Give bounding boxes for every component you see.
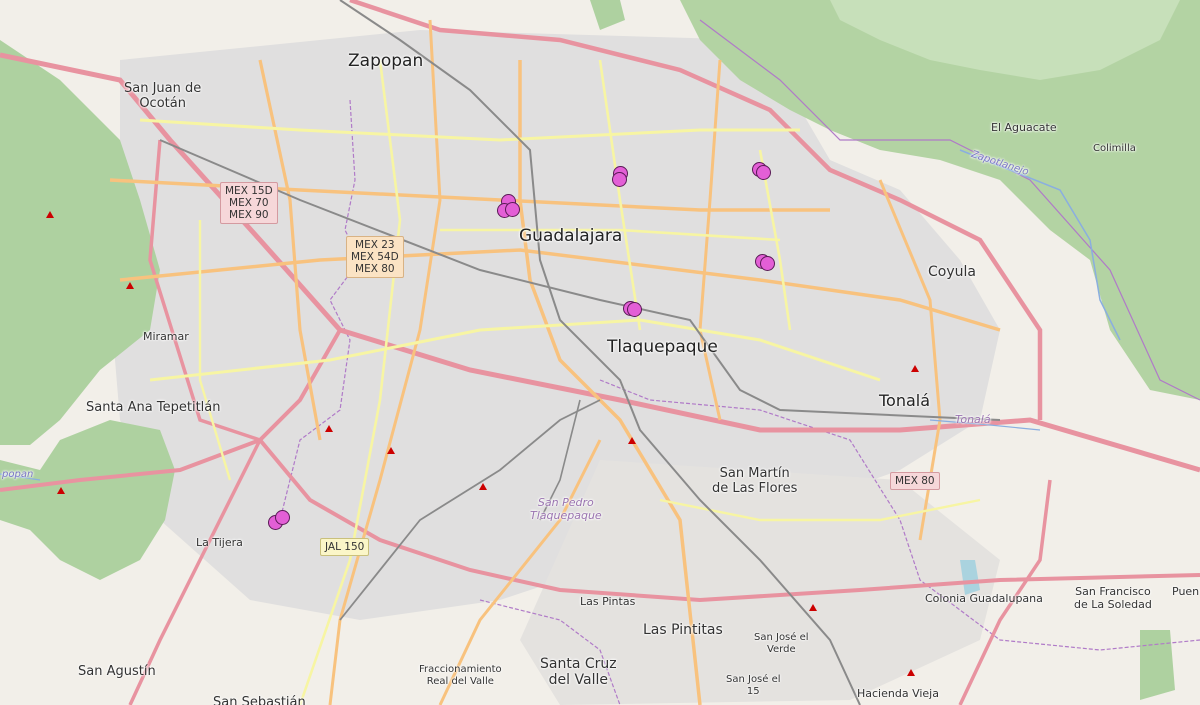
peak-icon (325, 425, 333, 432)
route-shield-mex80: MEX 80 (890, 472, 940, 491)
place-label-san-sebastian: San Sebastián (213, 695, 306, 705)
route-shield-line: MEX 70 (229, 197, 269, 210)
peak-icon (907, 669, 915, 676)
route-shield-mex15d: MEX 15D MEX 70 MEX 90 (220, 182, 278, 225)
place-label-las-pintitas: Las Pintitas (643, 622, 723, 638)
place-label-colimilla: Colimilla (1093, 143, 1136, 154)
route-shield-line: MEX 80 (355, 263, 395, 276)
place-label-tonala: Tonalá (879, 391, 931, 410)
location-marker[interactable] (275, 510, 290, 525)
place-label-line: Santa Cruz (540, 656, 617, 672)
place-label-la-tijera: La Tijera (196, 536, 243, 549)
place-label-line: Verde (766, 643, 796, 655)
place-label-santa-ana: Santa Ana Tepetitlán (86, 400, 221, 415)
peak-icon (628, 437, 636, 444)
location-marker[interactable] (627, 302, 642, 317)
map-view[interactable]: Zapopan Guadalajara Tlaquepaque Tonalá C… (0, 0, 1200, 705)
admin-label-san-pedro: San Pedro Tlaquepaque (530, 496, 602, 522)
place-label-line: San Pedro (537, 496, 594, 509)
route-shield-line: MEX 23 (355, 239, 395, 251)
place-label-san-jose-15: San José el 15 (726, 674, 781, 697)
route-shield-jal150: JAL 150 (320, 538, 370, 557)
route-shield-line: MEX 90 (229, 209, 269, 222)
place-label-tlaquepaque: Tlaquepaque (607, 337, 718, 357)
place-label-line: San Francisco (1075, 585, 1151, 598)
location-marker[interactable] (760, 256, 775, 271)
peak-icon (46, 211, 54, 218)
place-label-el-aguacate: El Aguacate (991, 121, 1057, 134)
place-label-line: Real del Valle (426, 675, 494, 687)
place-label-santa-cruz: Santa Cruz del Valle (540, 656, 617, 688)
peak-icon (126, 282, 134, 289)
place-label-line: de La Soledad (1074, 597, 1152, 611)
place-label-line: Tlaquepaque (530, 508, 602, 522)
place-label-fraccionamiento: Fraccionamiento Real del Valle (419, 664, 502, 687)
place-label-line: San Juan de (124, 81, 202, 96)
place-label-line: de Las Flores (712, 480, 798, 496)
admin-label-popan: popan (2, 469, 34, 480)
place-label-san-agustin: San Agustín (78, 664, 156, 679)
route-shield-line: MEX 15D (225, 185, 273, 197)
place-label-miramar: Miramar (143, 330, 189, 343)
location-marker[interactable] (612, 172, 627, 187)
place-label-hacienda-vieja: Hacienda Vieja (857, 687, 939, 700)
place-label-colonia-guadalupana: Colonia Guadalupana (925, 592, 1043, 605)
place-label-puente: Puen (1172, 585, 1200, 598)
location-marker[interactable] (505, 202, 520, 217)
place-label-zapopan: Zapopan (348, 51, 424, 71)
route-shield-line: MEX 54D (351, 251, 399, 264)
place-label-guadalajara: Guadalajara (519, 226, 623, 246)
place-label-line: Fraccionamiento (419, 664, 502, 675)
peak-icon (809, 604, 817, 611)
place-label-line: San José el (726, 674, 781, 685)
place-label-line: Ocotán (139, 95, 186, 111)
admin-label-tonala: Tonalá (955, 413, 991, 426)
place-label-line: San José el (754, 632, 809, 643)
peak-icon (911, 365, 919, 372)
peak-icon (479, 483, 487, 490)
location-marker[interactable] (756, 165, 771, 180)
place-label-line: del Valle (548, 672, 608, 689)
place-label-line: San Martín (719, 466, 790, 481)
peak-icon (57, 487, 65, 494)
place-label-san-francisco: San Francisco de La Soledad (1074, 585, 1152, 611)
route-shield-mex23: MEX 23 MEX 54D MEX 80 (346, 236, 404, 279)
place-label-line: 15 (746, 685, 760, 697)
place-label-san-juan-ocotan: San Juan de Ocotán (124, 81, 202, 112)
place-label-las-pintas: Las Pintas (580, 595, 636, 608)
place-label-san-jose-verde: San José el Verde (754, 632, 809, 655)
place-label-san-martin: San Martín de Las Flores (712, 466, 798, 497)
place-label-coyula: Coyula (928, 264, 976, 280)
peak-icon (387, 447, 395, 454)
